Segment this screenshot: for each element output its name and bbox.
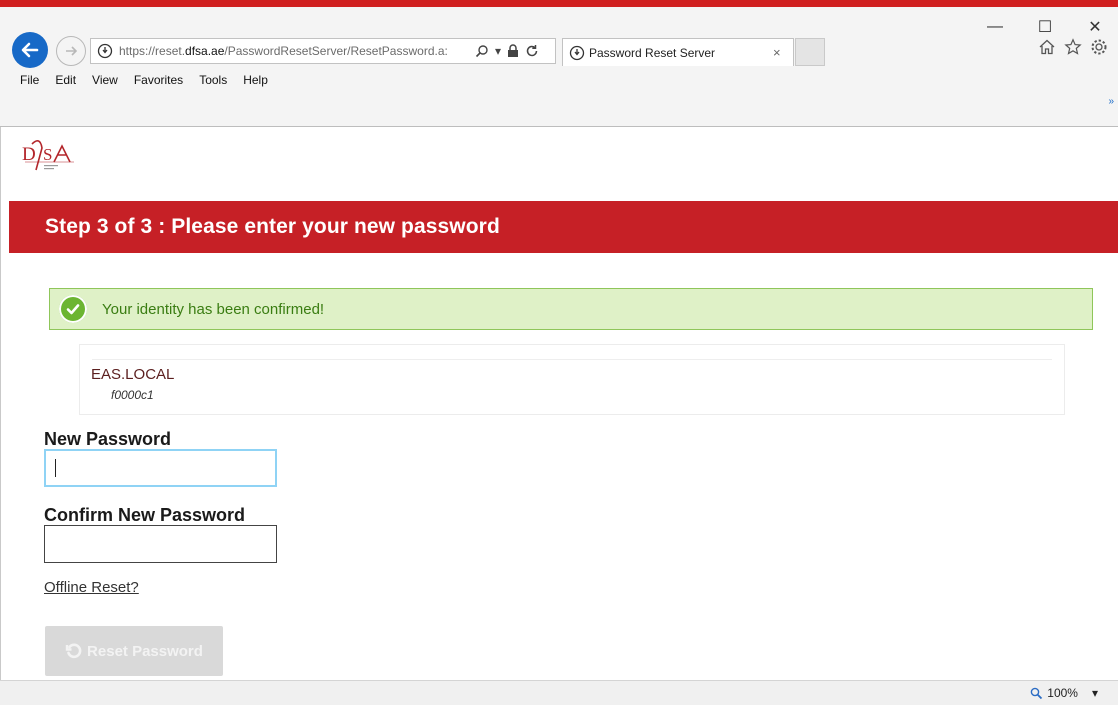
- account-username: f0000c1: [111, 388, 154, 402]
- menu-bar: File Edit View Favorites Tools Help: [20, 73, 268, 87]
- offline-reset-link[interactable]: Offline Reset?: [44, 579, 139, 596]
- menu-tools[interactable]: Tools: [199, 73, 227, 87]
- lock-icon[interactable]: [507, 44, 519, 58]
- url-text[interactable]: https://reset.dfsa.ae/PasswordResetServe…: [119, 44, 471, 58]
- window-accent-strip: [0, 0, 1118, 7]
- menu-favorites[interactable]: Favorites: [134, 73, 183, 87]
- reset-password-button[interactable]: Reset Password: [45, 626, 223, 676]
- confirm-password-input[interactable]: [44, 525, 277, 563]
- divider: [92, 359, 1052, 360]
- maximize-button[interactable]: ☐: [1030, 15, 1060, 39]
- success-message: Your identity has been confirmed!: [102, 300, 325, 318]
- tab-title: Password Reset Server: [589, 45, 716, 60]
- menu-view[interactable]: View: [92, 73, 118, 87]
- step-banner: Step 3 of 3 : Please enter your new pass…: [9, 201, 1118, 253]
- page-title: Step 3 of 3 : Please enter your new pass…: [45, 215, 500, 238]
- page-left-border: [0, 127, 1, 680]
- tab-password-reset-server[interactable]: Password Reset Server ×: [562, 38, 794, 66]
- close-window-button[interactable]: ✕: [1080, 15, 1110, 39]
- zoom-level: 100%: [1047, 686, 1078, 700]
- favorites-star-icon[interactable]: [1064, 38, 1082, 56]
- toolbar-overflow-chevron[interactable]: »: [1108, 96, 1114, 107]
- menu-help[interactable]: Help: [243, 73, 268, 87]
- minimize-button[interactable]: —: [980, 15, 1010, 39]
- forward-arrow-icon: [66, 46, 78, 56]
- back-arrow-icon: [21, 42, 39, 58]
- tab-close-icon[interactable]: ×: [773, 45, 781, 60]
- search-icon[interactable]: [475, 44, 489, 58]
- zoom-control[interactable]: 100% ▾: [1030, 686, 1098, 700]
- zoom-icon: [1030, 687, 1043, 699]
- svg-text:S: S: [43, 145, 52, 164]
- confirm-password-label: Confirm New Password: [44, 505, 246, 525]
- success-alert: Your identity has been confirmed!: [49, 288, 1093, 330]
- reset-password-label: Reset Password: [87, 642, 203, 660]
- home-icon[interactable]: [1038, 38, 1056, 56]
- settings-gear-icon[interactable]: [1090, 38, 1108, 56]
- menu-edit[interactable]: Edit: [55, 73, 76, 87]
- new-password-label: New Password: [44, 429, 172, 449]
- menu-file[interactable]: File: [20, 73, 39, 87]
- new-tab-button[interactable]: [795, 38, 825, 66]
- status-bar: 100% ▾: [0, 680, 1118, 705]
- address-bar[interactable]: https://reset.dfsa.ae/PasswordResetServe…: [90, 38, 556, 64]
- browser-chrome: — ☐ ✕: [0, 7, 1118, 127]
- account-domain: EAS.LOCAL: [91, 366, 175, 383]
- reset-icon: [65, 643, 82, 659]
- forward-button[interactable]: [56, 36, 86, 66]
- site-security-icon: [97, 43, 113, 59]
- search-dropdown-icon[interactable]: ▾: [495, 44, 501, 58]
- back-button[interactable]: [12, 32, 48, 68]
- account-info-box: EAS.LOCAL f0000c1: [79, 344, 1065, 415]
- tab-favicon-icon: [569, 45, 585, 60]
- check-icon: [59, 295, 87, 323]
- zoom-dropdown-icon[interactable]: ▾: [1092, 686, 1098, 700]
- new-password-input[interactable]: [44, 449, 277, 487]
- dfsa-logo: D S: [22, 140, 74, 171]
- refresh-icon[interactable]: [525, 44, 539, 58]
- text-caret: [55, 459, 56, 477]
